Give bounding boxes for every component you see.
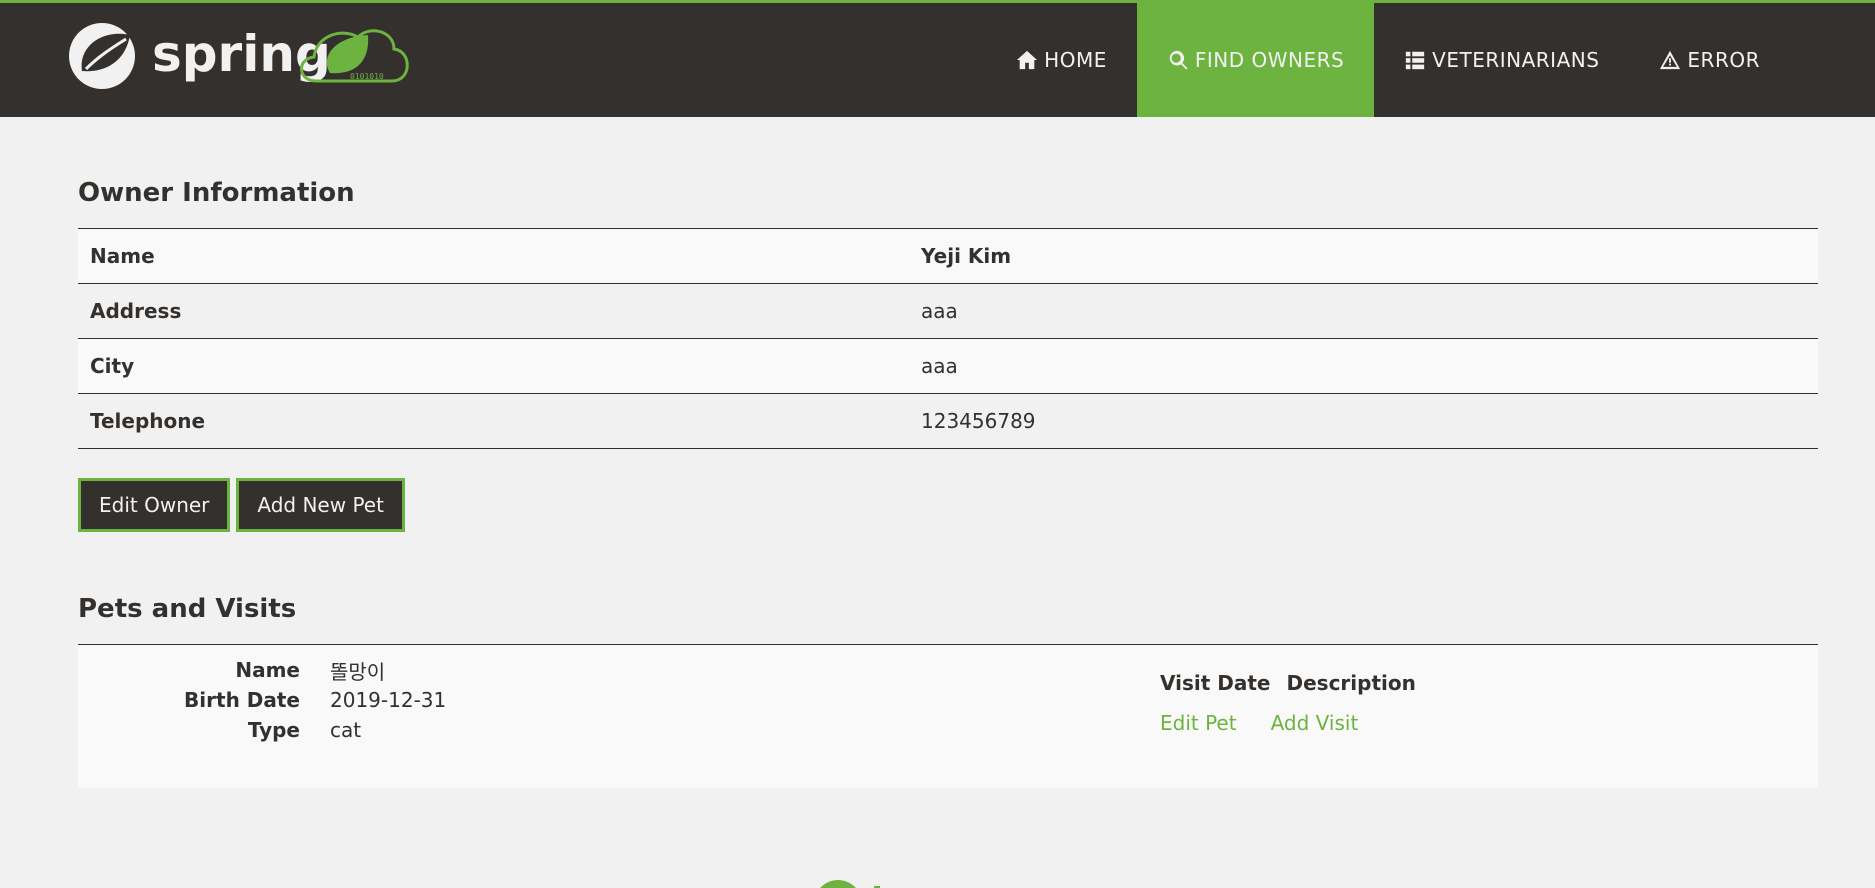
pet-type-label: Type xyxy=(247,718,300,742)
owner-name-label: Name xyxy=(78,228,909,284)
nav-error-label: ERROR xyxy=(1687,48,1760,72)
pet-name-value: 똘망이 xyxy=(330,659,386,684)
owner-telephone-label: Telephone xyxy=(78,393,909,449)
add-new-pet-button[interactable]: Add New Pet xyxy=(236,478,405,532)
owner-table: Name Yeji Kim Address aaa City aaa Telep… xyxy=(78,228,1818,449)
nav-veterinarians[interactable]: VETERINARIANS xyxy=(1374,3,1629,117)
main-nav: HOME FIND OWNERS VETERINARIANS ERROR xyxy=(986,3,1790,117)
visit-date-header: Visit Date xyxy=(1160,671,1271,695)
table-row: Name Yeji Kim xyxy=(78,228,1818,284)
table-row: Address aaa xyxy=(78,283,1818,339)
nav-find-owners[interactable]: FIND OWNERS xyxy=(1136,3,1375,117)
owner-telephone-value: 123456789 xyxy=(909,393,1818,449)
nav-veterinarians-label: VETERINARIANS xyxy=(1432,48,1600,72)
edit-owner-button[interactable]: Edit Owner xyxy=(78,478,231,532)
nav-find-owners-label: FIND OWNERS xyxy=(1194,48,1345,72)
description-header: Description xyxy=(1286,671,1416,695)
nav-home[interactable]: HOME xyxy=(986,3,1137,117)
owner-actions: Edit Owner Add New Pet xyxy=(78,478,405,532)
svg-text:0101010: 0101010 xyxy=(350,72,384,81)
nav-home-label: HOME xyxy=(1044,48,1107,72)
pet-birth-date-label: Birth Date xyxy=(184,688,300,712)
footer-spring-logo xyxy=(820,880,880,888)
list-icon xyxy=(1406,51,1425,70)
table-row: Telephone 123456789 xyxy=(78,393,1818,449)
top-navbar: spring 0101010 HOME FIND OWNERS VETERINA… xyxy=(0,0,1875,117)
nav-error[interactable]: ERROR xyxy=(1629,3,1790,117)
table-row: City aaa xyxy=(78,338,1818,394)
add-visit-link[interactable]: Add Visit xyxy=(1271,711,1359,735)
owner-address-value: aaa xyxy=(909,283,1818,339)
pet-name-label: Name xyxy=(235,658,300,682)
visits-table: Visit Date Description Edit Pet Add Visi… xyxy=(1160,665,1416,745)
pet-row: Name 똘망이 Birth Date 2019-12-31 Type cat … xyxy=(78,644,1818,788)
search-icon xyxy=(1169,50,1188,70)
home-icon xyxy=(1017,50,1038,70)
owner-name-value: Yeji Kim xyxy=(909,228,1818,284)
owner-city-value: aaa xyxy=(909,338,1818,394)
owner-information-heading: Owner Information xyxy=(78,178,355,208)
pet-type-value: cat xyxy=(330,718,362,742)
pet-details: Name 똘망이 Birth Date 2019-12-31 Type cat xyxy=(78,655,578,745)
spring-logo[interactable]: spring 0101010 xyxy=(68,21,418,91)
owner-city-label: City xyxy=(78,338,909,394)
warning-icon xyxy=(1660,50,1681,70)
pets-and-visits-heading: Pets and Visits xyxy=(78,594,297,624)
owner-address-label: Address xyxy=(78,283,909,339)
edit-pet-link[interactable]: Edit Pet xyxy=(1160,711,1237,735)
pet-birth-date-value: 2019-12-31 xyxy=(330,688,447,712)
